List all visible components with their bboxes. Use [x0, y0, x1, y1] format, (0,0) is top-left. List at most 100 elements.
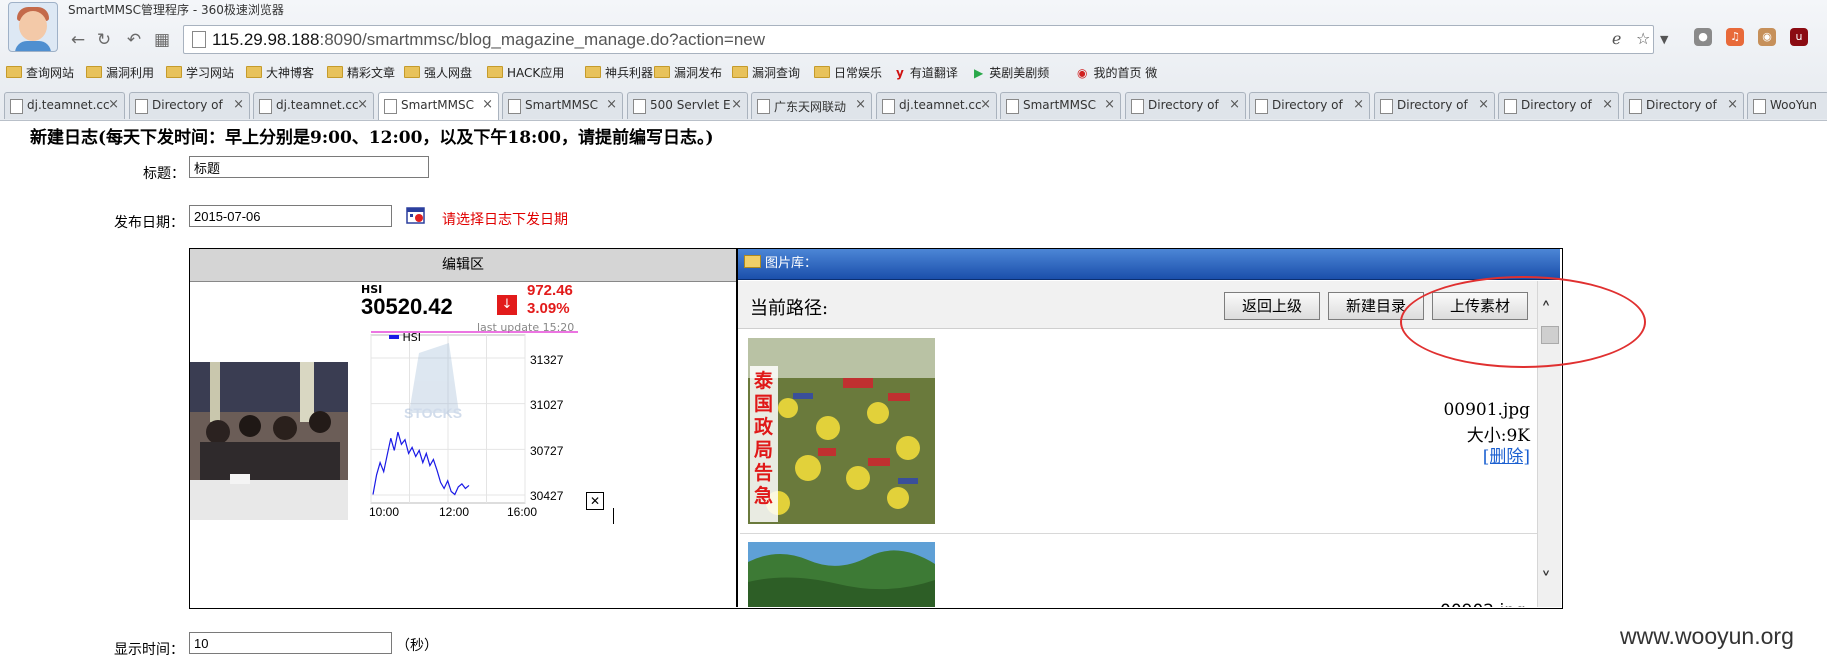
close-tab-icon[interactable]: ×: [855, 97, 866, 112]
gallery-thumbnail[interactable]: 泰国政局告急: [748, 338, 935, 524]
tab-0[interactable]: dj.teamnet.cc ×: [4, 92, 125, 119]
date-hint: 请选择日志下发日期: [442, 212, 568, 228]
back-up-button[interactable]: 返回上级: [1224, 292, 1320, 320]
tab-1[interactable]: Directory of ×: [129, 92, 250, 119]
undo-icon[interactable]: ↶: [124, 30, 144, 50]
bookmark-2[interactable]: 学习网站: [166, 64, 234, 81]
tab-label: SmartMMSC: [525, 98, 599, 112]
extension-globe-icon[interactable]: ●: [1694, 28, 1712, 46]
tab-label: SmartMMSC: [1023, 98, 1097, 112]
close-tab-icon[interactable]: ×: [482, 97, 493, 112]
date-input[interactable]: [189, 205, 392, 227]
page-icon: [633, 99, 646, 114]
stock-widget-image[interactable]: HSI 30520.42 ↓ 972.46 3.09% last update …: [349, 282, 578, 520]
display-time-input[interactable]: [189, 632, 392, 654]
close-tab-icon[interactable]: ×: [1104, 97, 1115, 112]
inserted-photo[interactable]: [190, 362, 348, 520]
current-path-label: 当前路径:: [750, 298, 829, 319]
tab-9[interactable]: Directory of ×: [1125, 92, 1246, 119]
close-tab-icon[interactable]: ×: [357, 97, 368, 112]
folder-icon: [732, 66, 748, 78]
gallery-thumbnail[interactable]: [748, 542, 935, 607]
tab-5[interactable]: 500 Servlet E ×: [627, 92, 748, 119]
display-time-label: 显示时间：: [114, 642, 184, 658]
title-input[interactable]: [189, 156, 429, 178]
bookmark-13[interactable]: ◉ 我的首页 微: [1077, 64, 1157, 81]
page-icon: [135, 99, 148, 114]
close-tab-icon[interactable]: ×: [980, 97, 991, 112]
bookmark-12[interactable]: ▶ 英剧美剧频: [974, 64, 1049, 81]
chevron-down-icon[interactable]: ˅: [1541, 568, 1551, 592]
y-tick-label: 30427: [530, 489, 564, 503]
bookmark-5[interactable]: 强人网盘: [404, 64, 472, 81]
chart-legend: HSI: [389, 331, 421, 344]
bookmark-label: 英剧美剧频: [989, 66, 1050, 80]
back-icon[interactable]: ←: [68, 30, 88, 50]
extension-music-icon[interactable]: ♫: [1726, 28, 1744, 46]
bookmark-3[interactable]: 大神博客: [246, 64, 314, 81]
close-tab-icon[interactable]: ×: [1229, 97, 1240, 112]
bookmark-label: 有道翻译: [909, 66, 958, 80]
tab-label: 500 Servlet E: [650, 98, 731, 112]
user-avatar[interactable]: [8, 2, 58, 52]
folder-icon: [814, 66, 830, 78]
tab-11[interactable]: Directory of ×: [1374, 92, 1495, 119]
tab-label: dj.teamnet.cc: [276, 98, 359, 112]
bookmark-1[interactable]: 漏洞利用: [86, 64, 154, 81]
tab-4[interactable]: SmartMMSC ×: [502, 92, 623, 119]
tab-2[interactable]: dj.teamnet.cc ×: [253, 92, 374, 119]
delete-link[interactable]: [删除]: [1380, 442, 1530, 467]
tab-10[interactable]: Directory of ×: [1249, 92, 1370, 119]
gallery-item-divider: [740, 533, 1537, 534]
tab-6[interactable]: 广东天网联动 ×: [751, 92, 872, 119]
bookmark-4[interactable]: 精彩文章: [327, 64, 395, 81]
folder-icon: [654, 66, 670, 78]
refresh-icon[interactable]: ↻: [94, 30, 114, 50]
bookmark-10[interactable]: 日常娱乐: [814, 64, 882, 81]
tab-label: Directory of: [1521, 98, 1592, 112]
bookmark-8[interactable]: 漏洞发布: [654, 64, 722, 81]
close-tab-icon[interactable]: ×: [1602, 97, 1613, 112]
tab-12[interactable]: Directory of ×: [1498, 92, 1619, 119]
close-tab-icon[interactable]: ×: [1727, 97, 1738, 112]
close-tab-icon[interactable]: ×: [731, 97, 742, 112]
grid-icon[interactable]: ▦: [152, 30, 172, 50]
title-label: 标题：: [143, 166, 185, 182]
bookmark-label: 漏洞发布: [674, 66, 723, 80]
extension-cookie-icon[interactable]: ◉: [1758, 28, 1776, 46]
tab-8[interactable]: SmartMMSC ×: [1000, 92, 1121, 119]
highlight-annotation-circle: [1400, 276, 1646, 368]
ie-mode-icon[interactable]: ℯ: [1612, 29, 1621, 48]
tab-13[interactable]: Directory of ×: [1623, 92, 1744, 119]
tab-label: Directory of: [1646, 98, 1717, 112]
folder-icon: [166, 66, 182, 78]
bookmark-11[interactable]: y 有道翻译: [896, 64, 958, 81]
close-tab-icon[interactable]: ×: [606, 97, 617, 112]
bookmark-9[interactable]: 漏洞查询: [732, 64, 800, 81]
close-tab-icon[interactable]: ×: [108, 97, 119, 112]
page-icon: [10, 99, 23, 114]
calendar-icon[interactable]: [406, 206, 426, 224]
url-text[interactable]: 115.29.98.188:8090/smartmmsc/blog_magazi…: [212, 30, 765, 50]
close-tab-icon[interactable]: ×: [1478, 97, 1489, 112]
folder-icon: [6, 66, 22, 78]
bookmark-0[interactable]: 查询网站: [6, 64, 74, 81]
bookmarks-bar: 查询网站 漏洞利用 学习网站 大神博客 精彩文章 强人网盘 HACK应用 神兵利器 漏洞发布 漏洞…: [0, 60, 1827, 84]
tab-14[interactable]: WooYun: [1747, 92, 1827, 119]
dropdown-icon[interactable]: ▼: [1660, 33, 1668, 46]
page-icon: [1131, 99, 1144, 114]
play-icon: ▶: [974, 66, 984, 80]
y-tick-label: 31027: [530, 398, 564, 412]
close-icon[interactable]: ✕: [586, 492, 604, 510]
address-bar[interactable]: 115.29.98.188:8090/smartmmsc/blog_magazi…: [183, 25, 1668, 54]
bookmark-6[interactable]: HACK应用: [487, 64, 564, 81]
close-tab-icon[interactable]: ×: [233, 97, 244, 112]
bookmark-7[interactable]: 神兵利器: [585, 64, 653, 81]
star-icon[interactable]: ☆: [1636, 29, 1650, 48]
page-title: 新建日志(每天下发时间：早上分别是9:00、12:00，以及下午18:00，请提…: [30, 128, 714, 148]
close-tab-icon[interactable]: ×: [1353, 97, 1364, 112]
tab-7[interactable]: dj.teamnet.cc ×: [876, 92, 997, 119]
extension-ublock-icon[interactable]: u: [1790, 28, 1808, 46]
tab-3[interactable]: SmartMMSC ×: [378, 92, 499, 120]
folder-icon: [404, 66, 420, 78]
